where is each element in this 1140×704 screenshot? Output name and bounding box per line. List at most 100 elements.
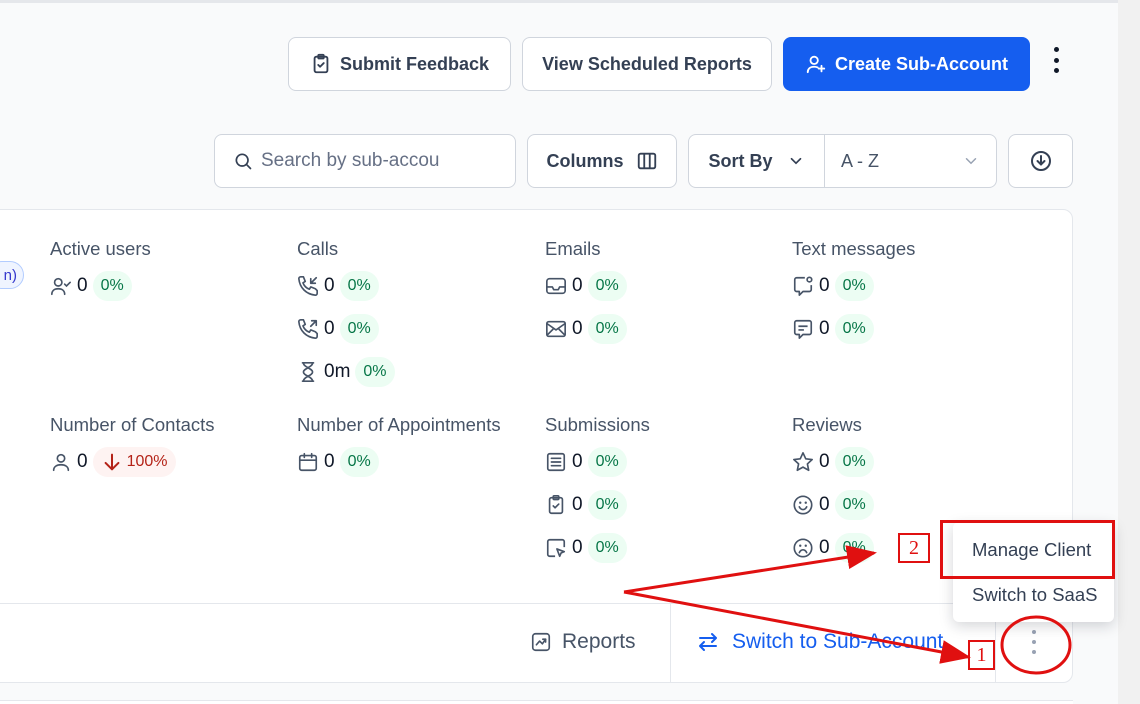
sort-control: Sort By A - Z: [688, 134, 997, 188]
columns-button[interactable]: Columns: [527, 134, 677, 188]
chevron-down-icon: [965, 158, 977, 165]
menu-item-switch-to-saas[interactable]: Switch to SaaS: [972, 584, 1097, 606]
metric-submissions: Submissions 0 0% 0 0% 0 0%: [545, 414, 650, 565]
metric-contacts: Number of Contacts 0 100%: [50, 414, 215, 479]
change-badge: 0%: [834, 447, 874, 477]
change-badge: 0%: [587, 533, 627, 563]
view-scheduled-reports-label: View Scheduled Reports: [542, 53, 752, 74]
star-icon: [793, 452, 813, 472]
submit-feedback-label: Submit Feedback: [339, 53, 490, 74]
change-badge: 0%: [355, 357, 395, 387]
card-more-icon[interactable]: [1030, 630, 1038, 654]
user-check-icon: [51, 277, 71, 296]
clipboard-check-icon: [548, 495, 564, 515]
metric-value: 0: [819, 318, 830, 339]
metric-value: 0: [324, 318, 335, 339]
phone-outgoing-icon: [298, 319, 318, 339]
metric-value: 0: [819, 494, 830, 515]
switch-to-sub-account-link[interactable]: Switch to Sub-Account: [696, 604, 943, 680]
metric-row: 0 0%: [545, 312, 627, 346]
hourglass-icon: [301, 362, 315, 382]
annotation-highlight-box: [940, 520, 1115, 579]
next-card-edge: [0, 700, 1073, 704]
switch-arrows-icon: [699, 633, 717, 651]
metric-reviews: Reviews 0 0% 0 0% 0 0%: [792, 414, 874, 565]
page: Submit Feedback View Scheduled Reports C…: [0, 0, 1140, 704]
scrollbar[interactable]: [1118, 0, 1140, 704]
user-icon: [52, 453, 70, 472]
create-sub-account-button[interactable]: Create Sub-Account: [783, 37, 1030, 91]
change-badge: 0%: [834, 314, 874, 344]
metric-value: 0: [819, 451, 830, 472]
change-badge: 0%: [587, 271, 627, 301]
metric-row: 0 0%: [792, 488, 874, 522]
metric-value: 0: [819, 537, 830, 558]
metric-text-messages: Text messages 0 0% 0 0%: [792, 238, 915, 346]
metric-value: 0: [572, 275, 583, 296]
metric-value: 0: [819, 275, 830, 296]
change-badge: 0%: [92, 271, 132, 301]
metric-row: 0 0%: [297, 312, 395, 346]
face-smile-icon: [793, 495, 813, 515]
metric-value: 0: [572, 537, 583, 558]
sort-by-button[interactable]: Sort By: [689, 135, 825, 187]
metric-title: Submissions: [545, 414, 650, 435]
metric-emails: Emails 0 0% 0 0%: [545, 238, 627, 346]
change-badge: 0%: [587, 447, 627, 477]
top-divider: [0, 0, 1118, 3]
metric-row: 0 0%: [297, 269, 395, 303]
arrow-down-icon: [104, 453, 120, 471]
sort-by-label: Sort By: [708, 150, 773, 171]
change-badge: 0%: [587, 490, 627, 520]
view-scheduled-reports-button[interactable]: View Scheduled Reports: [522, 37, 772, 91]
metric-title: Number of Contacts: [50, 414, 215, 435]
search-icon: [235, 153, 252, 170]
inbox-icon: [546, 277, 566, 295]
footer-divider: [670, 604, 671, 682]
sort-order-select[interactable]: A - Z: [825, 135, 996, 187]
message-notification-icon: [793, 276, 813, 296]
metric-row: 0m 0%: [297, 355, 395, 389]
more-options-icon[interactable]: [1046, 44, 1066, 76]
metric-value: 0: [77, 451, 88, 472]
columns-icon: [637, 152, 656, 170]
reports-label: Reports: [562, 630, 636, 653]
metric-active-users: Active users 0 0%: [50, 238, 151, 303]
change-badge: 0%: [834, 490, 874, 520]
metric-title: Text messages: [792, 238, 916, 259]
metric-value: 0: [324, 275, 335, 296]
metric-appointments: Number of Appointments 0 0%: [297, 414, 501, 479]
metric-row: 0 0%: [792, 531, 874, 565]
metric-row: 0 0%: [297, 445, 501, 479]
metric-row: 0 0%: [545, 269, 627, 303]
create-sub-account-label: Create Sub-Account: [834, 53, 1009, 74]
annotation-label-2: 2: [898, 533, 930, 563]
metric-value: 0: [572, 494, 583, 515]
reports-link[interactable]: Reports: [530, 604, 636, 680]
metric-row: 0 100%: [50, 445, 215, 479]
metric-row: 0 0%: [792, 445, 874, 479]
change-badge: 0%: [834, 533, 874, 563]
metric-calls: Calls 0 0% 0 0% 0m 0%: [297, 238, 395, 389]
change-value: 100%: [126, 453, 168, 470]
change-badge: 0%: [339, 271, 379, 301]
calendar-icon: [298, 452, 318, 472]
metric-row: 0 0%: [792, 269, 915, 303]
change-badge: 0%: [587, 314, 627, 344]
cursor-box-icon: [546, 538, 566, 558]
search-box[interactable]: [214, 134, 516, 188]
metric-row: 0 0%: [545, 445, 650, 479]
download-circle-icon: [1030, 151, 1051, 171]
metric-value: 0: [572, 451, 583, 472]
submit-feedback-button[interactable]: Submit Feedback: [288, 37, 511, 91]
change-badge-negative: 100%: [92, 447, 176, 477]
metric-title: Active users: [50, 238, 151, 259]
annotation-label-1: 1: [968, 640, 995, 670]
sort-order-value: A - Z: [841, 150, 880, 171]
metric-value: 0: [77, 275, 88, 296]
chevron-down-icon: [790, 157, 801, 165]
search-input[interactable]: [261, 150, 491, 172]
message-text-icon: [793, 319, 813, 339]
download-button[interactable]: [1008, 134, 1073, 188]
metric-title: Number of Appointments: [297, 414, 501, 435]
